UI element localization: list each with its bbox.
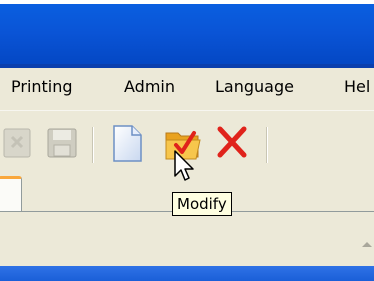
toolbar-separator — [92, 127, 94, 163]
save-icon — [47, 128, 77, 158]
menu-item-printing[interactable]: Printing — [11, 77, 73, 96]
menu-item-language[interactable]: Language — [215, 77, 294, 96]
tooltip: Modify — [172, 192, 232, 216]
new-document-button[interactable] — [104, 121, 148, 165]
mouse-cursor-icon — [174, 150, 194, 181]
tab-active[interactable] — [0, 176, 22, 211]
new-document-icon — [113, 125, 142, 162]
delete-button[interactable] — [210, 121, 254, 165]
partial-disabled-icon — [3, 128, 31, 158]
window-title-bar — [0, 4, 374, 68]
panel-header — [0, 218, 374, 266]
save-button[interactable] — [40, 121, 84, 165]
menu-bar: Printing Admin Language Hel — [0, 68, 374, 110]
menu-item-help[interactable]: Hel — [344, 77, 370, 96]
toolbar-separator — [266, 127, 268, 163]
collapse-arrow-icon[interactable] — [362, 242, 372, 247]
partial-disabled-button — [0, 121, 36, 165]
delete-x-icon — [217, 126, 247, 158]
panel-title-bar — [0, 266, 374, 281]
menu-item-admin[interactable]: Admin — [124, 77, 175, 96]
